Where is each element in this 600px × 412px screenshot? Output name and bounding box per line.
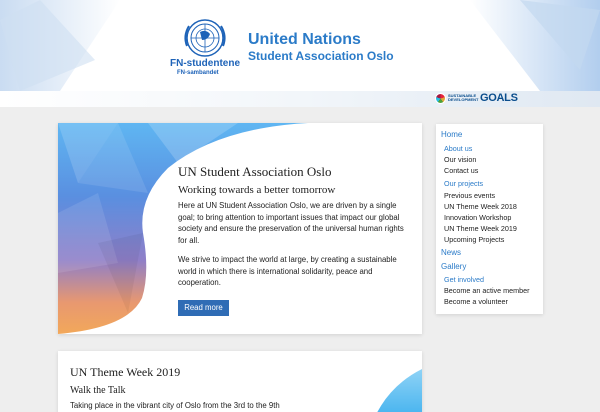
nav-vision[interactable]: Our vision (444, 155, 476, 164)
nav-innovation-workshop[interactable]: Innovation Workshop (444, 213, 511, 222)
theme-week-paragraph: Taking place in the vibrant city of Oslo… (70, 401, 280, 410)
theme-week-card: UN Theme Week 2019 Walk the Talk Taking … (58, 351, 422, 412)
read-more-button[interactable]: Read more (178, 300, 229, 316)
nav-upcoming-projects[interactable]: Upcoming Projects (444, 235, 504, 244)
nav-projects[interactable]: Our projects (444, 179, 483, 188)
theme-week-title: UN Theme Week 2019 (70, 365, 181, 379)
featured-paragraph-2: We strive to impact the world at large, … (178, 255, 397, 288)
nav-become-member[interactable]: Become an active member (444, 286, 530, 295)
nav-gallery[interactable]: Gallery (441, 262, 466, 271)
theme-week-subtitle: Walk the Talk (70, 385, 126, 396)
nav-become-volunteer[interactable]: Become a volunteer (444, 297, 508, 306)
site-title[interactable]: United Nations (248, 31, 361, 49)
sdg-goals-text: GOALS (480, 92, 518, 104)
nav-home[interactable]: Home (441, 130, 462, 139)
site-header: FN-studentene FN-sambandet United Nation… (0, 0, 600, 91)
site-subtitle[interactable]: Student Association Oslo (248, 49, 394, 63)
nav-contact[interactable]: Contact us (444, 166, 478, 175)
nav-previous-events[interactable]: Previous events (444, 191, 495, 200)
featured-paragraph-1: Here at UN Student Association Oslo, we … (178, 201, 404, 245)
featured-title: UN Student Association Oslo (178, 164, 332, 179)
sdg-small-text: SUSTAINABLE DEVELOPMENT (448, 93, 479, 102)
nav-about[interactable]: About us (444, 144, 472, 153)
featured-subtitle: Working towards a better tomorrow (178, 184, 336, 196)
nav-news[interactable]: News (441, 248, 461, 257)
sdg-wheel-icon (435, 92, 446, 104)
sidebar-nav: Home About us Our vision Contact us Our … (436, 124, 543, 314)
logo-name: FN-studentene (170, 58, 240, 69)
logo-subname: FN-sambandet (177, 70, 219, 76)
nav-theme-week-2018[interactable]: UN Theme Week 2018 (444, 202, 517, 211)
sdg-logo[interactable]: SUSTAINABLE DEVELOPMENT GOALS (435, 92, 518, 104)
featured-card: UN Student Association Oslo Working towa… (58, 123, 422, 334)
nav-theme-week-2019[interactable]: UN Theme Week 2019 (444, 224, 517, 233)
nav-get-involved[interactable]: Get involved (444, 275, 484, 284)
